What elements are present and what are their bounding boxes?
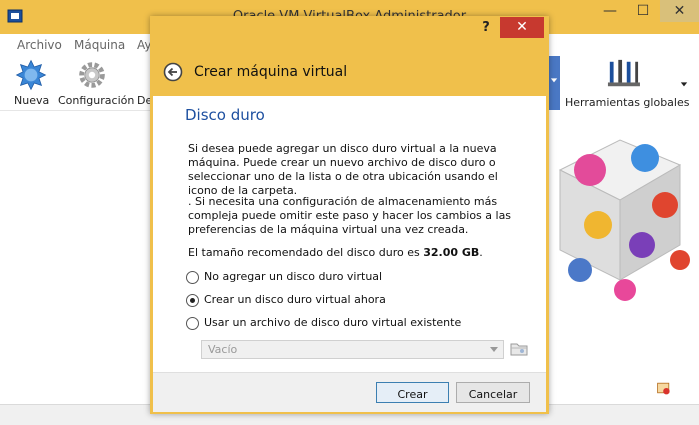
cancel-button[interactable]: Cancelar [456, 382, 530, 403]
recommended-size-label: El tamaño recomendado del disco duro es [188, 246, 420, 259]
radio-button[interactable] [186, 317, 199, 330]
gear-icon [79, 62, 105, 88]
global-tools-label: Herramientas globales [565, 96, 690, 109]
dialog-title: Crear máquina virtual [194, 64, 348, 80]
vm-list[interactable] [0, 110, 150, 415]
radio-label: Usar un archivo de disco duro virtual ex… [204, 316, 462, 329]
folder-icon[interactable] [510, 341, 528, 357]
menu-archivo[interactable]: Archivo [17, 38, 62, 52]
details-help-icon[interactable] [656, 380, 672, 396]
welcome-pane [550, 110, 699, 414]
virtualbox-mascot-illustration [558, 139, 690, 301]
new-vm-button[interactable]: Nueva [8, 56, 54, 110]
create-button[interactable]: Crear [376, 382, 449, 403]
radio-button[interactable] [186, 271, 199, 284]
advanced-note-paragraph: . Si necesita una configuración de almac… [188, 195, 512, 236]
recommended-size-suffix: . [479, 246, 483, 259]
new-vm-icon [15, 59, 47, 91]
existing-disk-combo[interactable]: Vacío [201, 340, 504, 359]
chevron-down-icon [490, 347, 498, 352]
help-button[interactable]: ? [476, 20, 496, 40]
chevron-down-icon [550, 78, 558, 83]
description-paragraph: Si desea puede agregar un disco duro vir… [188, 142, 498, 197]
machine-tools-button[interactable] [548, 56, 560, 110]
radio-label: No agregar un disco duro virtual [204, 270, 383, 283]
close-button[interactable]: ✕ [500, 17, 544, 38]
radio-button-selected[interactable] [186, 294, 199, 307]
settings-button[interactable]: Configuración [56, 56, 134, 110]
back-arrow-icon[interactable] [163, 62, 183, 82]
recommended-size-value: 32.00 GB [423, 246, 480, 259]
global-tools-icon [607, 59, 640, 87]
settings-label: Configuración [58, 94, 135, 107]
new-vm-label: Nueva [14, 94, 50, 107]
close-icon[interactable]: ✕ [660, 0, 699, 22]
maximize-icon[interactable]: ☐ [627, 0, 659, 22]
menu-maquina[interactable]: Máquina [74, 38, 125, 52]
global-tools-button[interactable]: Herramientas globales [565, 58, 689, 109]
minimize-icon[interactable]: — [594, 0, 626, 22]
combo-value: Vacío [208, 343, 238, 356]
recommended-size-text: El tamaño recomendado del disco duro es … [188, 246, 518, 260]
page-heading: Disco duro [185, 106, 265, 124]
toolbar-dropdown-icon[interactable] [680, 80, 688, 88]
radio-label: Crear un disco duro virtual ahora [204, 293, 386, 306]
